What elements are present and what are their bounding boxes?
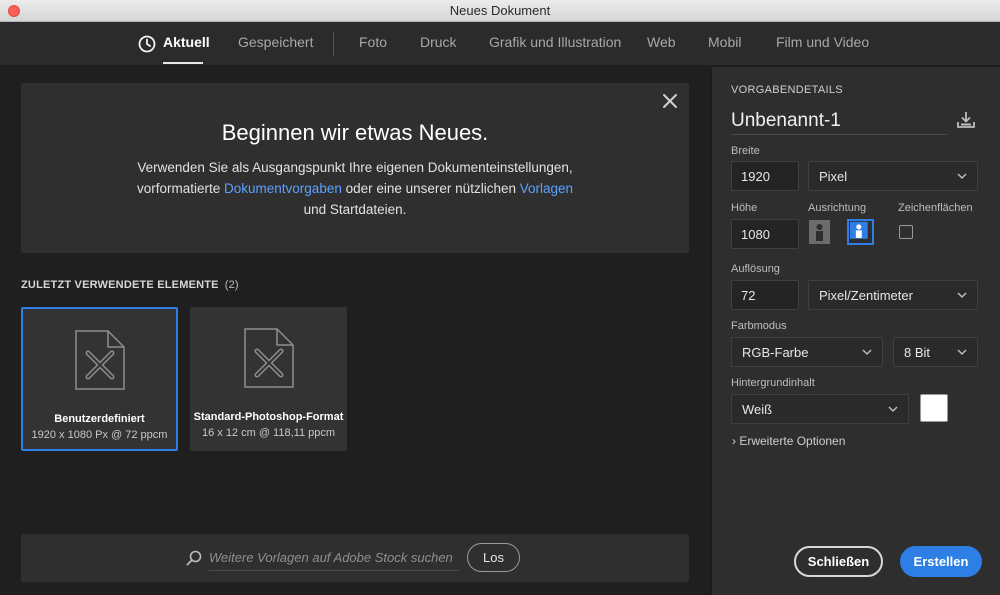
color-mode-label: Farbmodus [731,320,787,332]
orientation-label: Ausrichtung [808,202,867,214]
tab-mobil[interactable]: Mobil [708,34,741,50]
resolution-label: Auflösung [731,263,780,275]
document-name-field[interactable]: Unbenannt-1 [731,107,947,135]
welcome-title: Beginnen wir etwas Neues. [221,120,489,145]
recent-item-meta: 16 x 12 cm @ 118,11 ppcm [201,427,336,439]
background-color-swatch[interactable] [920,394,948,422]
recent-heading-label: ZULETZT VERWENDETE ELEMENTE [21,279,219,291]
recent-item-card[interactable]: Standard-Photoshop-Format 16 x 12 cm @ 1… [190,307,347,451]
color-mode-select[interactable]: RGB-Farbe [731,337,883,367]
close-button[interactable]: Schließen [794,546,883,577]
welcome-banner: Beginnen wir etwas Neues. Verwenden Sie … [21,83,689,253]
tab-web[interactable]: Web [647,34,676,50]
artboards-checkbox[interactable] [899,225,913,239]
preset-details-panel: VORGABENDETAILS Unbenannt-1 Breite 1920 … [711,67,1000,595]
main-content: Beginnen wir etwas Neues. Verwenden Sie … [0,67,711,595]
clock-icon [138,35,156,53]
advanced-options-label: Erweiterte Optionen [739,434,846,448]
portrait-orientation-icon[interactable] [808,219,831,245]
active-tab-indicator [163,62,203,64]
close-icon[interactable] [661,92,679,110]
welcome-text: Verwenden Sie als Ausgangspunkt Ihre eig… [81,157,629,220]
resolution-unit-select[interactable]: Pixel/Zentimeter [808,280,978,310]
width-input[interactable]: 1920 [731,161,799,191]
chevron-down-icon [862,349,872,356]
document-icon [74,330,125,390]
bit-depth-select[interactable]: 8 Bit [893,337,978,367]
width-label: Breite [731,145,760,157]
welcome-text-part: und Startdateien. [303,202,407,217]
welcome-text-line-1: Verwenden Sie als Ausgangspunkt Ihre eig… [137,160,573,175]
stock-search-bar: Los [21,534,689,582]
background-label: Hintergrundinhalt [731,377,815,389]
window-title: Neues Dokument [449,3,551,18]
welcome-text-part: vorformatierte [136,181,221,196]
create-button[interactable]: Erstellen [900,546,982,577]
recent-item-name: Standard-Photoshop-Format [193,411,344,423]
landscape-orientation-icon[interactable] [847,219,874,245]
recent-items-heading: ZULETZT VERWENDETE ELEMENTE (2) [21,279,239,291]
section-title: VORGABENDETAILS [731,84,843,96]
background-value: Weiß [742,402,773,417]
chevron-down-icon [957,349,967,356]
document-presets-link[interactable]: Dokumentvorgaben [224,181,342,196]
search-go-button[interactable]: Los [467,543,520,572]
stock-search-input[interactable] [209,545,459,571]
recent-item-name: Benutzerdefiniert [54,413,145,425]
welcome-text-part: oder eine unserer nützlichen [345,181,516,196]
advanced-options-toggle[interactable]: › Erweiterte Optionen [732,434,845,448]
chevron-down-icon [957,292,967,299]
background-select[interactable]: Weiß [731,394,909,424]
artboards-label: Zeichenflächen [898,202,973,214]
save-preset-icon[interactable] [956,110,976,130]
tab-grafik-und-illustration[interactable]: Grafik und Illustration [489,34,621,50]
chevron-down-icon [888,406,898,413]
width-unit-select[interactable]: Pixel [808,161,978,191]
tab-foto[interactable]: Foto [359,34,387,50]
height-input[interactable]: 1080 [731,219,799,249]
color-mode-value: RGB-Farbe [742,345,809,360]
height-label: Höhe [731,202,758,214]
tab-aktuell[interactable]: Aktuell [163,34,210,50]
recent-count: (2) [224,279,239,291]
tab-druck[interactable]: Druck [420,34,457,50]
category-nav: Aktuell Gespeichert Foto Druck Grafik un… [0,22,1000,66]
resolution-input[interactable]: 72 [731,280,799,310]
document-icon [243,328,294,388]
tab-gespeichert[interactable]: Gespeichert [238,34,313,50]
templates-link[interactable]: Vorlagen [520,181,573,196]
chevron-down-icon [957,173,967,180]
recent-item-meta: 1920 x 1080 Px @ 72 ppcm [31,429,168,441]
chevron-right-icon: › [732,434,736,448]
search-icon [186,550,202,566]
window-titlebar: Neues Dokument [0,0,1000,22]
resolution-unit-value: Pixel/Zentimeter [819,288,913,303]
nav-divider [333,32,334,56]
width-unit-value: Pixel [819,169,848,184]
recent-item-card[interactable]: Benutzerdefiniert 1920 x 1080 Px @ 72 pp… [21,307,178,451]
tab-film-und-video[interactable]: Film und Video [776,34,869,50]
bit-depth-value: 8 Bit [904,345,931,360]
